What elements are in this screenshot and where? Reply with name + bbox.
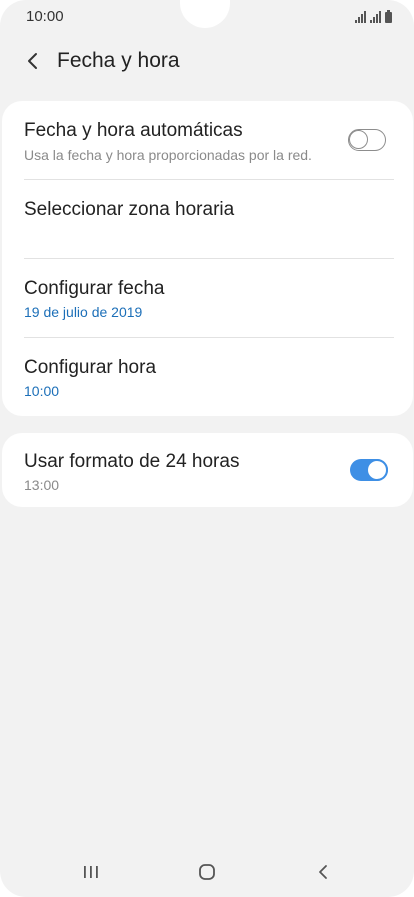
auto-datetime-row[interactable]: Fecha y hora automáticas Usa la fecha y … (2, 101, 413, 180)
auto-datetime-title: Fecha y hora automáticas (24, 120, 243, 141)
toggle-knob (366, 459, 388, 481)
status-time: 10:00 (26, 8, 64, 25)
status-bar: 10:00 (0, 0, 414, 34)
format-24h-title: Usar formato de 24 horas (24, 451, 240, 472)
format-settings-card: Usar formato de 24 horas 13:00 (2, 433, 413, 507)
battery-icon (385, 10, 392, 23)
back-button[interactable] (18, 46, 48, 76)
datetime-settings-card: Fecha y hora automáticas Usa la fecha y … (2, 101, 413, 416)
timezone-title: Seleccionar zona horaria (24, 199, 235, 220)
set-date-value: 19 de julio de 2019 (24, 304, 143, 320)
auto-datetime-toggle[interactable] (348, 129, 386, 151)
signal-icon (355, 11, 366, 23)
format-24h-row[interactable]: Usar formato de 24 horas 13:00 (2, 433, 413, 507)
format-24h-subtitle: 13:00 (24, 477, 60, 493)
set-date-row[interactable]: Configurar fecha 19 de julio de 2019 (2, 259, 413, 338)
timezone-row[interactable]: Seleccionar zona horaria (2, 180, 413, 259)
set-date-title: Configurar fecha (24, 278, 165, 299)
auto-datetime-subtitle: Usa la fecha y hora proporcionadas por l… (24, 147, 312, 163)
set-time-row[interactable]: Configurar hora 10:00 (2, 338, 413, 417)
format-24h-toggle[interactable] (350, 459, 388, 481)
page-title: Fecha y hora (57, 49, 180, 72)
navigation-bar (0, 848, 414, 896)
status-icons (355, 9, 392, 23)
set-time-value: 10:00 (24, 383, 60, 399)
toggle-knob (349, 130, 368, 149)
app-header: Fecha y hora (0, 40, 414, 84)
nav-back-button[interactable] (303, 856, 343, 888)
signal-icon (370, 11, 381, 23)
home-icon (199, 864, 215, 880)
recent-apps-icon (84, 866, 98, 878)
set-time-title: Configurar hora (24, 357, 157, 378)
recent-apps-button[interactable] (71, 856, 111, 888)
chevron-left-icon (28, 53, 37, 69)
home-button[interactable] (187, 856, 227, 888)
phone-screen: 10:00 Fecha y hora Fecha y hora automáti… (0, 0, 414, 897)
nav-back-icon (319, 865, 327, 879)
